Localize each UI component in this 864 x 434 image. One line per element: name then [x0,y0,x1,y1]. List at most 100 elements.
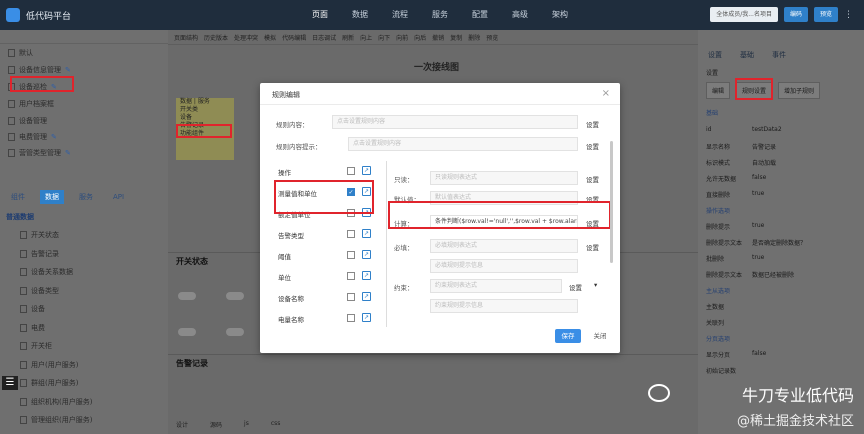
toolbar-item[interactable]: 撤销 [432,33,444,42]
list-item[interactable]: 设备关系数据 [20,267,73,277]
op-checkbox[interactable] [347,167,355,175]
left-tab[interactable]: 服务 [74,190,98,204]
save-button[interactable]: 保存 [555,329,581,343]
right-tab[interactable]: 设置 [708,50,722,60]
field-input[interactable]: 必填规则提示信息 [430,259,578,273]
bottom-tab[interactable]: 设计 [176,420,188,429]
left-tab[interactable]: 组件 [6,190,30,204]
nav-item[interactable]: 服务 [420,0,460,30]
toolbar-item[interactable]: 代码编辑 [282,33,306,42]
toolbar-item[interactable]: 删除 [468,33,480,42]
edit-icon[interactable]: ↗ [362,271,371,280]
op-checkbox[interactable] [347,314,355,322]
prop-value[interactable]: testData2 [752,126,782,133]
bottom-tab[interactable]: css [271,420,281,429]
rule-content-input[interactable]: 点击设置规则内容 [332,115,578,129]
nav-item[interactable]: 高级 [500,0,540,30]
edit-icon[interactable]: ↗ [362,250,371,259]
right-tab[interactable]: 基础 [740,50,754,60]
list-item[interactable]: 群组(用户服务) [20,378,78,388]
close-button[interactable]: 关闭 [588,329,612,343]
rule-hint-input[interactable]: 点击设置规则内容 [348,137,578,151]
tree-item[interactable]: 设备信息管理 ✎ [8,65,71,75]
field-input[interactable]: 只读规则表达式 [430,171,578,185]
prop-value[interactable]: false [752,350,766,357]
toolbar-item[interactable]: 预览 [486,33,498,42]
list-item[interactable]: 设备类型 [20,286,59,296]
field-input[interactable]: 约束规则提示信息 [430,299,578,313]
field-input[interactable]: 必填规则表达式 [430,239,578,253]
toolbar-item[interactable]: 历史版本 [204,33,228,42]
nav-item[interactable]: 配置 [460,0,500,30]
left-tab[interactable]: API [108,191,129,203]
edit-icon[interactable]: ✎ [65,149,71,157]
edit-icon[interactable]: ↗ [362,292,371,301]
edit-icon[interactable]: ↗ [362,229,371,238]
toolbar-item[interactable]: 向上 [360,33,372,42]
toolbar-item[interactable]: 处理冲突 [234,33,258,42]
rule-hint-set-button[interactable]: 设置 [586,141,599,151]
rule-button[interactable]: 编辑 [706,82,731,99]
field-input[interactable]: 约束规则表达式 [430,279,562,293]
toggle-1[interactable] [178,292,196,300]
tree-item[interactable]: 用户档案框 [8,99,54,109]
bottom-tab[interactable]: js [244,420,249,429]
list-item[interactable]: 开关柜 [20,341,52,351]
nav-item[interactable]: 流程 [380,0,420,30]
toolbar-item[interactable]: 向下 [378,33,390,42]
list-item[interactable]: 告警记录 [20,249,59,259]
op-checkbox[interactable] [347,293,355,301]
preview-button[interactable]: 预览 [813,7,838,22]
tree-item[interactable]: 营管类型管理 ✎ [8,148,71,158]
op-checkbox[interactable] [347,272,355,280]
bottom-tab[interactable]: 源码 [210,420,222,429]
prop-value[interactable]: 是否确定删除数据？ [752,238,806,247]
nav-item[interactable]: 架构 [540,0,580,30]
right-tab[interactable]: 事件 [772,50,786,60]
op-checkbox[interactable] [347,251,355,259]
prop-value[interactable]: true [752,254,764,261]
edit-icon[interactable]: ↗ [362,313,371,322]
field-set-button[interactable]: 设置 [586,174,599,184]
prop-value[interactable]: true [752,222,764,229]
close-icon[interactable]: × [602,88,610,99]
prop-value[interactable]: 自动加载 [752,158,776,167]
nav-item[interactable]: 数据 [340,0,380,30]
list-item[interactable]: 管理组织(用户服务) [20,415,92,425]
toggle-2[interactable] [226,292,244,300]
edit-icon[interactable]: ✎ [65,66,71,74]
toolbar-item[interactable]: 页面结构 [174,33,198,42]
tree-item[interactable]: 默认 [8,48,33,58]
toolbar-item[interactable]: 向后 [414,33,426,42]
list-item[interactable]: 开关状态 [20,230,59,240]
list-item[interactable]: 电费 [20,323,45,333]
code-button[interactable]: 编码 [783,7,808,22]
list-item[interactable]: 设备 [20,304,45,314]
project-selector[interactable]: 全体成员/我...名项目 [710,7,778,22]
tree-item[interactable]: 电费管理 ✎ [8,132,57,142]
toolbar-item[interactable]: 复制 [450,33,462,42]
more-icon[interactable]: ⋮ [844,10,854,20]
prop-value[interactable]: false [752,174,766,181]
prop-value[interactable]: 告警记录 [752,142,776,151]
toolbar-item[interactable]: 向前 [396,33,408,42]
field-set-button[interactable]: 设置 [586,242,599,252]
list-item[interactable]: 组织机构(用户服务) [20,397,92,407]
toggle-4[interactable] [226,328,244,336]
toolbar-item[interactable]: 模拟 [264,33,276,42]
prop-value[interactable]: true [752,190,764,197]
dialog-scrollbar[interactable] [610,141,613,263]
left-tab[interactable]: 数据 [40,190,64,204]
chevron-down-icon[interactable]: ▾ [594,281,597,289]
op-checkbox[interactable] [347,230,355,238]
nav-item[interactable]: 页面 [300,0,340,30]
list-item[interactable]: 用户(用户服务) [20,360,78,370]
tree-item[interactable]: 设备管理 [8,116,47,126]
menu-icon[interactable]: ☰ [2,376,18,390]
rule-content-set-button[interactable]: 设置 [586,119,599,129]
rule-button[interactable]: 增加子规则 [778,82,821,99]
edit-icon[interactable]: ↗ [362,166,371,175]
toggle-3[interactable] [178,328,196,336]
toolbar-item[interactable]: 日志调试 [312,33,336,42]
field-set-button[interactable]: 设置 [569,282,582,292]
